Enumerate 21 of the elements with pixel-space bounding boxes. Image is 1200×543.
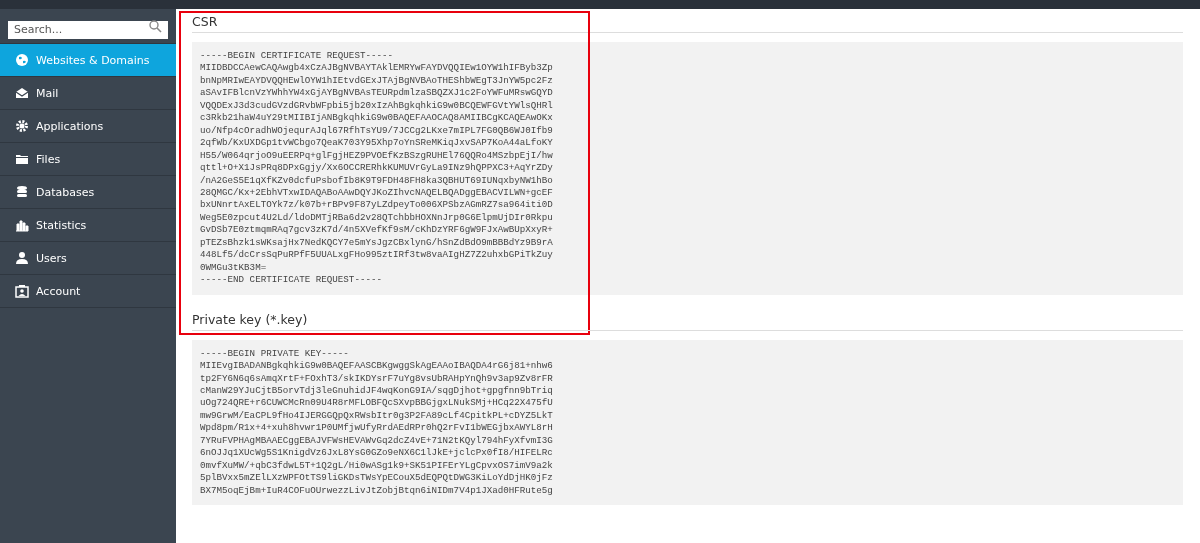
- section-title: CSR: [192, 9, 1183, 33]
- sidebar-item[interactable]: Statistics: [0, 209, 176, 242]
- sidebar-item[interactable]: Databases: [0, 176, 176, 209]
- code-block: -----BEGIN CERTIFICATE REQUEST----- MIIDBDCCAewCAQAwgb4xCzAJBgNVBAYTAklEMRYwFAYDVQQIEw1OYW1hIFByb3Zp bnNpMRIwEAYDVQQHEwlOYW1hIEtvdGExJTAjBgNVBAoTHEShbWEgT3JnYW5pc2Fz aSAvIFBlcnVzYWhhYW4xGjAYBgNVBAsTEURpdmlzaSBQZXJ1c2FoYWFuMRswGQYD VQQDExJ3d3cudGVzdGRvbWFpbi5jb20xIzAhBgkqhkiG9w0BCQEWFGVtYWlsQHRl c3Rkb21haW4uY29tMIIBIjANBgkqhkiG9w0BAQEFAAOCAQ8AMIIBCgKCAQEAwOKx uo/Nfp4cOradhWOjequrAJql67RfhTsYU9/7JCCg2LKxe7mIPL7FG0QB6WJ0Ifb9 2qfWb/KxUXDGp1tvWCbgo7QeaK703Y95Xhp7oYnSReMKiqJxvSAP7KoA44aLfoKY H55/W064qrjoO9uEERPq+glFgjHEZ9PVOEfKzBSzgRUHEl76QQRo4MSzbpEjI/hw qttl+O+X1JsPRq8DPxGgjy/Xx6OCCRERhkKUMUVrGyLa9INz9hQPPXC3+AqYrZDy /nA2GeS5E1qXfKZv0dcfuPsbofIb8K9T9FDH48FH8ka3QBHUT69IUNqxbyNW1hBo 28QMGC/Kx+2EbhVTxwIDAQABoAAwDQYJKoZIhvcNAQELBQADggEBACVILWN+gcEF bxUNnrtAxELTOYk7z/k07b+rBPv9F87yLZdpeyTo006XPSbzAGmRZ7sa964iti0D Weg5E0zpcut4U2Ld/ldoDMTjRBa6d2v28QTchbbHOXNnJrp0G6ElpmUjDIr0Rkpu GvDSb7E0ztmqmRAq7gcv3zK7d/4n5XVefKf9sM/cKhDzYRF6gW9FJxAwBUpXxyR+ pTEZsBhzk1sWKsajHx7NedKQCY7e5mYsJgzCBxlynG/hSnZdBdO9mBBBdYz9B9rA 448Lf5/dcCrsSqPuRPfF5UUALxgFHo995ztIRf3tw8vaAIgHZ7Z2uhxbGPiTkZuy 0WMGu3tKB3M= -----END CERTIFICATE REQUEST-----: [192, 42, 1183, 295]
- database-icon: [15, 185, 29, 199]
- sidebar-item[interactable]: Applications: [0, 110, 176, 143]
- gear-icon: [15, 119, 29, 133]
- user-icon: [15, 251, 29, 265]
- globe-icon: [15, 53, 29, 67]
- sidebar-item[interactable]: Account: [0, 275, 176, 308]
- sidebar-item[interactable]: Mail: [0, 77, 176, 110]
- account-icon: [15, 284, 29, 298]
- sidebar-item[interactable]: Users: [0, 242, 176, 275]
- folder-icon: [15, 152, 29, 166]
- search-icon: [149, 20, 162, 33]
- search-field[interactable]: Search...: [8, 20, 168, 39]
- sidebar-item[interactable]: Files: [0, 143, 176, 176]
- section-title: Private key (*.key): [192, 306, 1183, 331]
- code-block: -----BEGIN PRIVATE KEY----- MIIEvgIBADANBgkqhkiG9w0BAQEFAASCBKgwggSkAgEAAoIBAQDA4rG6j81+nhw6 tp2FY6N6q6sAmqXrtF+FOxhT3/skIKDYsrF7uYg8vsUbRAHpYnQh9v3ap9Zv8rFR cManW29YJuCjtB5orvTdj3leGnuhidJF4wqKonG9IA/sqgDjhot+gpgfnn9bTriq uOg724QRE+r6CUWCMcRn09U4R8rMFLOBFQcSXvpBBGjgxLNukSMj+HCq22X475fU mw9GrwM/EaCPL9fHo4IJERGGQpQxRWsbItr0g3P2FA89cLf4CpitkPL+cDYZ5LkT Wpd8pm/R1x+4+xuh8hvwr1P0UMfjwUfyRrdAEdRPr0hQ2rFvI1bWEGjbxAWYL8rH 7YRuFVPHAgMBAAECggEBAJVFWsHEVAWvGq2dcZ4vE+71N2tKQyl794hFyXfvmI3G 6nOJJq1XUcWg5S1KnigdVz6JxL8YsG0GZo9eNX6C1lJkE+jclcPx0fI8/HIFELRc 0mvfXuMW/+qbC3fdwL5T+1Q2gL/Hi0wASg1k9+SK51PIFErYLgCpvxOS7imV9a2k 5plBVxx5mZElLXzWPFOtTS9liGKDsTWsYpECouX5dEQPQtDWG3KiLoYdDjHK0jFz BX7M5oqEjBm+IuR4COFuOUrwezzLivJtZobjBtqn6iNIDm7V4p1JXad0HFRute5g: [192, 339, 1183, 506]
- mail-icon: [15, 86, 29, 100]
- bar-chart-icon: [15, 218, 29, 232]
